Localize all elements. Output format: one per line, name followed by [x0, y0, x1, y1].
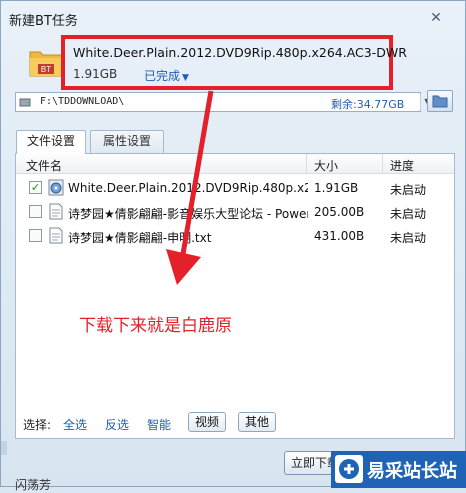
watermark-logo-icon	[335, 455, 363, 483]
drive-icon	[19, 96, 31, 108]
file-size: 1.91GB	[314, 181, 359, 195]
table-row[interactable]: 诗梦园★倩影翩翩-影音娱乐大型论坛 - Powered by Discuz!.u…	[16, 200, 454, 224]
tab-property-settings[interactable]: 属性设置	[90, 130, 164, 153]
smart-selection-link[interactable]: 智能	[147, 416, 171, 433]
row-checkbox[interactable]	[29, 229, 42, 242]
annotation-text: 下载下来就是白鹿原	[79, 316, 232, 336]
invert-selection-link[interactable]: 反选	[105, 416, 129, 433]
select-all-link[interactable]: 全选	[63, 416, 87, 433]
new-bt-task-dialog: 新建BT任务 ✕ BT White.Deer.Plain.2012.DVD9Ri…	[0, 0, 466, 492]
table-row[interactable]: ✓ White.Deer.Plain.2012.DVD9Rip.480p.x26…	[16, 176, 454, 200]
column-header-name[interactable]: 文件名	[26, 157, 62, 174]
watermark-text: 易采站长站	[367, 461, 457, 482]
task-status-label: 已完成	[144, 69, 181, 83]
highlight-box	[61, 35, 393, 90]
watermark: 易采站长站	[331, 451, 466, 488]
annotation-arrow-icon	[166, 90, 214, 285]
column-separator	[382, 154, 383, 174]
video-file-icon	[48, 179, 64, 196]
task-file-size: 1.91GB	[73, 67, 118, 81]
chevron-down-icon: ▼	[182, 73, 189, 83]
text-file-icon	[48, 227, 64, 244]
row-checkbox[interactable]: ✓	[29, 181, 42, 194]
selection-label: 选择:	[23, 418, 52, 432]
free-space-label: 剩余:34.77GB	[331, 98, 405, 111]
save-path-value: F:\TDDOWNLOAD\	[40, 96, 125, 107]
file-size: 431.00B	[314, 229, 365, 243]
file-status: 未启动	[390, 207, 427, 221]
row-checkbox[interactable]	[29, 205, 42, 218]
table-row[interactable]: 诗梦园★倩影翩翩-申明.txt 431.00B 未启动	[16, 224, 454, 248]
bt-folder-icon: BT	[28, 46, 64, 78]
task-status-dropdown[interactable]: 已完成 ▼	[144, 67, 189, 84]
column-header-status[interactable]: 进度	[390, 157, 414, 174]
file-status: 未启动	[390, 231, 427, 245]
text-file-icon	[48, 203, 64, 220]
task-file-title: White.Deer.Plain.2012.DVD9Rip.480p.x264.…	[73, 45, 407, 60]
tab-file-settings[interactable]: 文件设置	[16, 130, 86, 154]
close-button[interactable]: ✕	[429, 11, 443, 25]
column-header-size[interactable]: 大小	[314, 157, 338, 174]
file-list-header: 文件名 大小 进度	[16, 154, 454, 174]
dialog-title: 新建BT任务	[9, 14, 78, 29]
browse-folder-button[interactable]	[427, 90, 453, 112]
file-size: 205.00B	[314, 205, 365, 219]
background-window-text: 闪荡芳	[15, 478, 52, 492]
title-bar: 新建BT任务 ✕	[1, 1, 465, 33]
column-separator	[306, 154, 307, 174]
background-window-edge	[1, 441, 7, 455]
bt-badge: BT	[41, 65, 51, 74]
folder-icon	[432, 95, 448, 108]
file-list-panel: 文件名 大小 进度 ✓ White.Deer.Plain.2012.DVD9Ri…	[15, 153, 455, 439]
video-filter-button[interactable]: 视频	[188, 412, 226, 432]
file-status: 未启动	[390, 183, 427, 197]
other-filter-button[interactable]: 其他	[238, 412, 276, 432]
